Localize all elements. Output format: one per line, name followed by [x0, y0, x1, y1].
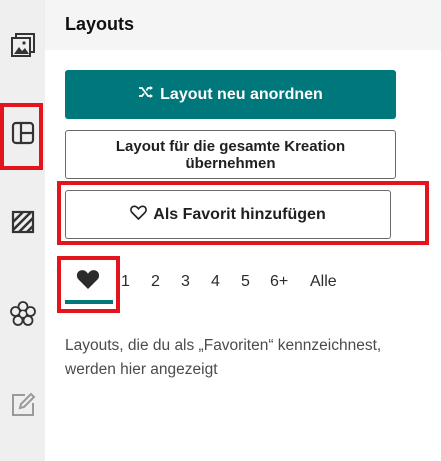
- layouts-panel: Layouts Layout neu anordnen Layout für d…: [45, 0, 441, 461]
- image-gallery-icon: [9, 31, 37, 59]
- active-tab-indicator: [65, 300, 113, 304]
- sidebar-rail: [0, 0, 45, 461]
- tab-1[interactable]: 1: [121, 262, 130, 302]
- add-favorite-button[interactable]: Als Favorit hinzufügen: [65, 190, 391, 239]
- layout-grid-icon: [11, 121, 35, 145]
- shuffle-layout-label: Layout neu anordnen: [160, 85, 323, 103]
- tab-3[interactable]: 3: [181, 262, 190, 302]
- sidebar-item-decorations[interactable]: [0, 289, 45, 339]
- tab-5[interactable]: 5: [241, 262, 250, 302]
- apply-layout-all-button[interactable]: Layout für die gesamte Kreation übernehm…: [65, 130, 396, 179]
- tab-6-plus[interactable]: 6+: [270, 262, 288, 302]
- sidebar-item-layouts[interactable]: [0, 108, 45, 158]
- page-title: Layouts: [65, 14, 135, 34]
- tab-favorites[interactable]: [65, 262, 111, 302]
- sidebar-item-edit[interactable]: [0, 380, 45, 430]
- shuffle-icon: [138, 85, 154, 104]
- flower-icon: [9, 300, 37, 328]
- apply-layout-all-label: Layout für die gesamte Kreation übernehm…: [115, 137, 346, 172]
- sidebar-item-images[interactable]: [0, 20, 45, 70]
- tab-2[interactable]: 2: [151, 262, 160, 302]
- pattern-icon: [11, 210, 35, 234]
- tab-all[interactable]: Alle: [310, 262, 337, 302]
- edit-icon: [9, 391, 37, 419]
- shuffle-layout-button[interactable]: Layout neu anordnen: [65, 70, 396, 119]
- tab-4[interactable]: 4: [211, 262, 220, 302]
- heart-icon: [76, 269, 100, 295]
- sidebar-item-patterns[interactable]: [0, 197, 45, 247]
- favorites-empty-message: Layouts, die du als „Favoriten“ kennzeic…: [65, 337, 382, 378]
- add-favorite-label: Als Favorit hinzufügen: [153, 205, 326, 223]
- heart-outline-icon: [130, 205, 148, 225]
- panel-header: Layouts: [45, 0, 441, 50]
